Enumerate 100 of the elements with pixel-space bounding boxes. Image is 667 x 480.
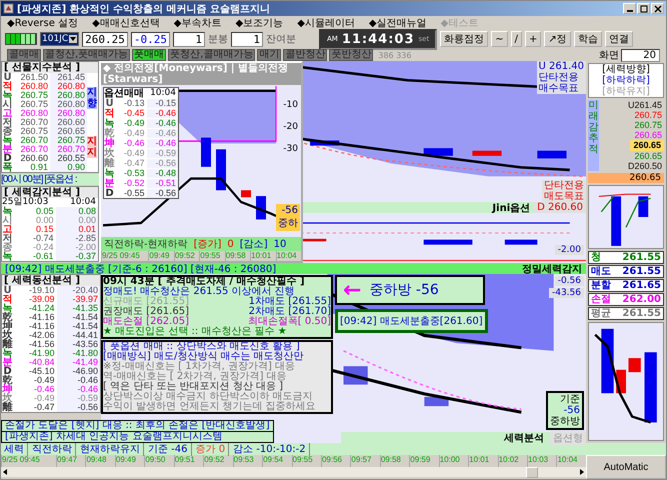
maximize-button[interactable] <box>637 3 650 14</box>
badge-value: -56 <box>282 205 298 216</box>
remain-field[interactable]: 1 <box>231 32 263 46</box>
table-cell: 260.80 <box>50 82 87 91</box>
signal-tag[interactable]: 풋매매 <box>132 49 166 61</box>
toolbar-button[interactable]: 학습 <box>574 31 602 47</box>
right-arrow-icon[interactable] <box>578 468 586 476</box>
order-label: 손절 <box>591 294 611 305</box>
candle <box>537 150 567 158</box>
table-cell-text: 260.80 <box>19 82 49 91</box>
toolbar-button[interactable]: ↗정 <box>544 31 571 47</box>
base-text: 중하방 <box>550 416 580 427</box>
dropdown-arrow-icon[interactable] <box>69 35 78 43</box>
row-label: 乾 <box>104 128 115 138</box>
footer-value: 10 <box>274 238 286 250</box>
table-cell-text: 260.75 <box>19 100 49 109</box>
table-cell-text: -41.90 <box>28 349 56 358</box>
table-cell: 260.80 <box>50 109 87 118</box>
toolbar-button[interactable]: / <box>510 31 522 47</box>
table-cell: 0.01 <box>56 225 98 234</box>
table-cell-text: -41.24 <box>28 304 56 313</box>
symbol-dropdown[interactable]: 101JC <box>40 32 80 46</box>
row-label: 離 <box>104 158 115 168</box>
guide-text: 수익이 발생하면 언제든지 챙기는데 집중하세요 <box>103 402 317 412</box>
footer-value: 0 <box>227 238 234 250</box>
menu-item[interactable]: ◆보조기능 <box>235 16 284 30</box>
sell-alert-text: [09:42] 매도세분출중 [기준-6 : 26160] [현재-46 : 26080] <box>5 262 276 275</box>
row-label: 녹 <box>104 118 115 128</box>
status-text: 현재하락유지 <box>80 442 144 456</box>
table-cell: -41.54 <box>56 322 100 331</box>
axis-label: -20 <box>283 122 298 132</box>
signal-tag[interactable]: 콜반청산 <box>283 49 328 61</box>
table-cell: -41.35 <box>56 304 100 313</box>
table-cell: -39.97 <box>56 295 100 304</box>
table-cell-text: -0.61 <box>32 252 54 261</box>
table-cell: -41.80 <box>56 349 100 358</box>
screen-field[interactable]: 20 <box>621 48 660 62</box>
table-cell: -0.46 <box>56 385 100 394</box>
menu-item[interactable]: ◆실전매뉴얼 <box>368 16 427 30</box>
table-cell: 0.08 <box>56 207 98 216</box>
order-label: 청 <box>591 252 601 263</box>
signal-tag[interactable]: 풋청산,콜매매가능 <box>168 49 256 61</box>
direction-hint: [하락유지] <box>602 86 650 97</box>
interval-field[interactable]: 1 <box>173 32 205 46</box>
scrollbar[interactable] <box>1 467 586 477</box>
toolbar-button[interactable]: 화룡점정 <box>440 31 488 47</box>
toolbar-button[interactable]: + <box>524 31 542 47</box>
close-icon <box>654 4 662 12</box>
close-button[interactable] <box>651 3 664 14</box>
target-text: 매수목표 <box>538 83 580 94</box>
time-label: 09:49 <box>148 251 174 261</box>
automatic-button[interactable]: AutoMatic <box>586 455 666 479</box>
left-arrow-icon[interactable] <box>1 468 9 476</box>
status-text: 세력 <box>4 442 28 456</box>
row-label: 시 <box>2 100 13 109</box>
minimize-icon <box>626 10 632 12</box>
signal-tag[interactable]: 콜매매 <box>7 49 41 61</box>
current-price: 260.65 <box>588 173 664 183</box>
order-label: 분할 <box>591 280 611 291</box>
menu-item[interactable]: ◆매매신호선택 <box>92 16 160 30</box>
price-level: 260.65 <box>634 151 662 161</box>
minimize-button[interactable] <box>623 3 636 14</box>
signal-tag[interactable]: 콜청산,풋매매가능 <box>43 49 130 61</box>
table-cell-text: -0.45 <box>122 108 146 118</box>
indicator-value: -43.56 <box>548 288 584 298</box>
time-label: 10:04 <box>276 251 302 261</box>
table-cell-text: -0.49 <box>122 128 146 138</box>
table-cell-text: -19.10 <box>28 286 56 295</box>
table-cell-text: -0.49 <box>122 148 146 158</box>
toolbar-button[interactable]: 연결 <box>604 31 633 47</box>
menu-item[interactable]: ◆Reverse 설정 <box>7 16 78 30</box>
toolbar-button[interactable]: ~ <box>491 31 508 47</box>
price-level: 260.75 <box>634 110 662 120</box>
column-header: 옵션매매 <box>104 88 145 98</box>
table-cell: -0.59 <box>56 394 100 403</box>
direction-state: [하락하락] <box>602 75 650 86</box>
panel-title: [ 세력동선분석 ] <box>2 275 100 286</box>
row-label: D <box>104 188 115 198</box>
table-cell-text: -41.16 <box>28 322 56 331</box>
note-bar: 손절가 도달은 [헷지] 대응 :: 최후의 손절은 [반대신호발생] <box>2 421 273 431</box>
signal-tag[interactable]: 매기 <box>257 49 282 61</box>
menu-item[interactable]: ◆부속차트 <box>174 16 222 30</box>
table-cell-text: 0.00 <box>34 216 54 225</box>
row-label: 녹 <box>2 91 13 100</box>
sell-alert-label: 정밀세력감지 <box>522 262 582 276</box>
table-cell: -0.37 <box>56 252 98 261</box>
price-level: D260.50 <box>628 161 662 171</box>
signal-tag[interactable]: 풋반청산 <box>329 49 374 61</box>
column-header: 10:04 <box>150 88 177 98</box>
scroll-thumb[interactable] <box>526 466 538 478</box>
table-cell-text: -0.74 <box>32 234 54 243</box>
table-cell: -0.56 <box>146 188 178 198</box>
table-cell-text: -0.47 <box>32 403 56 412</box>
menu-item[interactable]: ◆시뮬레이터 <box>297 16 355 30</box>
table-cell-text: 260.75 <box>19 127 49 136</box>
table-cell: -43.56 <box>56 340 100 349</box>
panel-title: [ 세력감지분석 ] <box>2 187 98 198</box>
price-level: 260.75 <box>634 120 662 130</box>
table-cell-text: -0.47 <box>122 158 146 168</box>
target-text: 매도목표 <box>544 191 584 202</box>
